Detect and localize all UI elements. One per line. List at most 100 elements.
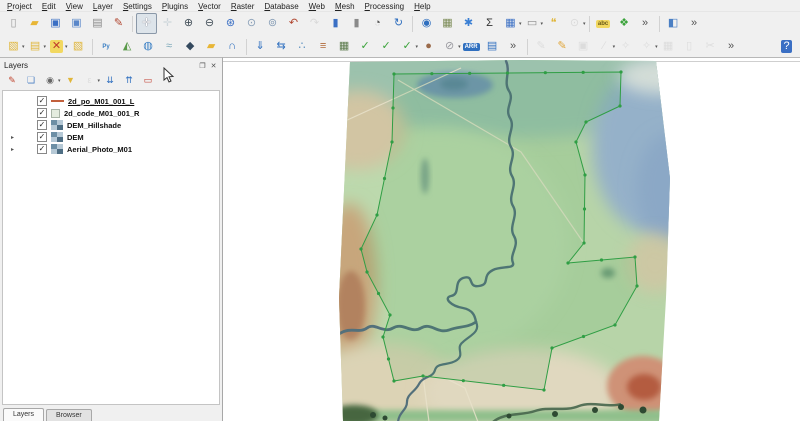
menu-item-processing[interactable]: Processing bbox=[360, 2, 410, 11]
layer-visibility-checkbox[interactable]: ✓ bbox=[37, 120, 47, 130]
manage-map-themes-icon[interactable]: ◉ bbox=[41, 72, 59, 89]
layer-visibility-checkbox[interactable]: ✓ bbox=[37, 108, 47, 118]
toolbar-overflow-4-icon[interactable]: » bbox=[721, 36, 742, 57]
menu-item-view[interactable]: View bbox=[61, 2, 88, 11]
zoom-to-layer-icon[interactable]: ⊚ bbox=[262, 13, 283, 34]
tuflow-grid-icon[interactable]: ▦ bbox=[334, 36, 355, 57]
menu-item-database[interactable]: Database bbox=[259, 2, 303, 11]
vertex-tool-all-layers-icon[interactable]: ✧ bbox=[615, 36, 636, 57]
zoom-next-icon[interactable]: ↷ bbox=[304, 13, 325, 34]
menu-item-web[interactable]: Web bbox=[304, 2, 330, 11]
open-project-icon[interactable]: ▰ bbox=[24, 13, 45, 34]
toolbar-overflow-1-icon[interactable]: » bbox=[635, 13, 656, 34]
remove-layer-icon[interactable]: ▭ bbox=[139, 72, 157, 89]
save-project-as-icon[interactable]: ▣ bbox=[66, 13, 87, 34]
plugin-arch-icon[interactable]: ∩ bbox=[222, 36, 243, 57]
python-console-icon[interactable]: Py bbox=[96, 36, 117, 57]
plugin-quickosm-icon[interactable]: ▰ bbox=[201, 36, 222, 57]
tuflow-run-styles-icon[interactable]: ≡ bbox=[313, 36, 334, 57]
deselect-features-icon[interactable]: ✕ bbox=[46, 36, 67, 57]
tuflow-tcf-icon[interactable]: ∴ bbox=[292, 36, 313, 57]
delete-selected-icon[interactable]: ▯ bbox=[679, 36, 700, 57]
style-manager-icon[interactable]: ✎ bbox=[108, 13, 129, 34]
layer-row-2d_code_M01_001_R[interactable]: ✓2d_code_M01_001_R bbox=[3, 107, 219, 119]
zoom-to-selection-icon[interactable]: ⊙ bbox=[241, 13, 262, 34]
help-icon[interactable]: ? bbox=[776, 36, 797, 57]
vertex-tool-current-layer-icon[interactable]: ✧ bbox=[636, 36, 657, 57]
processing-toolbox-icon[interactable]: ✱ bbox=[458, 13, 479, 34]
layer-row-DEM_Hillshade[interactable]: ✓DEM_Hillshade bbox=[3, 119, 219, 131]
map-canvas[interactable] bbox=[223, 57, 800, 421]
plugin-quickmap-icon[interactable]: ◍ bbox=[138, 36, 159, 57]
menu-item-help[interactable]: Help bbox=[409, 2, 435, 11]
map-theme-tool-icon[interactable]: ❖ bbox=[614, 13, 635, 34]
tab-layers[interactable]: Layers bbox=[3, 408, 44, 421]
tuflow-utility-icon[interactable]: ● bbox=[418, 36, 439, 57]
tab-browser[interactable]: Browser bbox=[46, 409, 92, 421]
layer-visibility-checkbox[interactable]: ✓ bbox=[37, 144, 47, 154]
open-attribute-table-icon[interactable]: ▦ bbox=[500, 13, 521, 34]
menu-item-settings[interactable]: Settings bbox=[118, 2, 157, 11]
menu-item-vector[interactable]: Vector bbox=[193, 2, 226, 11]
select-features-by-value-icon[interactable]: ▤ bbox=[25, 36, 46, 57]
plugin-profile-icon[interactable]: ◆ bbox=[180, 36, 201, 57]
field-calculator-icon[interactable]: ▦ bbox=[437, 13, 458, 34]
manage-map-themes-dropdown[interactable]: ▾ bbox=[58, 78, 61, 84]
tuflow-check-1d-icon[interactable]: ✓ bbox=[397, 36, 418, 57]
identify-features-icon[interactable]: ◉ bbox=[416, 13, 437, 34]
layer-expander[interactable]: ▸ bbox=[9, 146, 33, 153]
save-layer-edits-icon[interactable]: ▣ bbox=[573, 36, 594, 57]
layer-row-Aerial_Photo_M01[interactable]: ▸✓Aerial_Photo_M01 bbox=[3, 143, 219, 155]
menu-item-project[interactable]: Project bbox=[2, 2, 37, 11]
pan-map-icon[interactable]: ✛ bbox=[136, 13, 157, 34]
menu-item-layer[interactable]: Layer bbox=[88, 2, 118, 11]
menu-item-plugins[interactable]: Plugins bbox=[157, 2, 193, 11]
toggle-editing-icon[interactable]: ✎ bbox=[552, 36, 573, 57]
tuflow-insert-icon[interactable]: ⇆ bbox=[271, 36, 292, 57]
data-source-manager-icon[interactable]: ◧ bbox=[663, 13, 684, 34]
measure-line-icon[interactable]: ▭ bbox=[522, 13, 543, 34]
tuflow-check-dem-icon[interactable]: ✓ bbox=[355, 36, 376, 57]
zoom-in-icon[interactable]: ⊕ bbox=[178, 13, 199, 34]
open-layer-styling-icon[interactable]: ✎ bbox=[3, 72, 21, 89]
collapse-all-icon[interactable]: ⇈ bbox=[120, 72, 138, 89]
layer-expander[interactable]: ▸ bbox=[9, 134, 33, 141]
tuflow-download-icon[interactable]: ⇓ bbox=[250, 36, 271, 57]
refresh-map-icon[interactable]: ↻ bbox=[388, 13, 409, 34]
plugin-mesh-icon[interactable]: ≈ bbox=[159, 36, 180, 57]
menu-item-raster[interactable]: Raster bbox=[226, 2, 260, 11]
save-project-icon[interactable]: ▣ bbox=[45, 13, 66, 34]
toolbar-overflow-2-icon[interactable]: » bbox=[684, 13, 705, 34]
filter-legend-icon[interactable]: ▼ bbox=[62, 72, 80, 89]
current-edits-icon[interactable]: ✎ bbox=[531, 36, 552, 57]
zoom-full-icon[interactable]: ⊛ bbox=[220, 13, 241, 34]
menu-item-mesh[interactable]: Mesh bbox=[330, 2, 360, 11]
pan-to-selection-icon[interactable]: ✛ bbox=[157, 13, 178, 34]
tuflow-layers-icon[interactable]: ▤ bbox=[482, 36, 503, 57]
expand-all-icon[interactable]: ⇊ bbox=[101, 72, 119, 89]
layer-visibility-checkbox[interactable]: ✓ bbox=[37, 96, 47, 106]
layout-manager-icon[interactable]: ▤ bbox=[87, 13, 108, 34]
cut-features-icon[interactable]: ✂ bbox=[700, 36, 721, 57]
plugin-terrain-icon[interactable]: ◭ bbox=[117, 36, 138, 57]
show-spatial-bookmarks-icon[interactable]: ▮ bbox=[346, 13, 367, 34]
new-project-icon[interactable]: ▯ bbox=[3, 13, 24, 34]
new-spatial-bookmark-icon[interactable]: ▮ bbox=[325, 13, 346, 34]
zoom-last-icon[interactable]: ↶ bbox=[283, 13, 304, 34]
layer-row-2d_po_M01_001_L[interactable]: ✓2d_po_M01_001_L bbox=[3, 95, 219, 107]
add-group-icon[interactable]: ❏ bbox=[22, 72, 40, 89]
select-features-icon[interactable]: ▧ bbox=[3, 36, 24, 57]
locator-search-icon[interactable]: ⊙ bbox=[564, 13, 585, 34]
dock-panel-button[interactable]: ❐ bbox=[197, 61, 208, 71]
close-panel-button[interactable]: ✕ bbox=[208, 61, 219, 71]
arr-tool-icon[interactable]: ARR bbox=[461, 36, 482, 57]
layer-visibility-checkbox[interactable]: ✓ bbox=[37, 132, 47, 142]
temporal-controller-icon[interactable]: ◔ bbox=[367, 13, 388, 34]
modify-attributes-icon[interactable]: ▦ bbox=[658, 36, 679, 57]
add-line-feature-icon[interactable]: ∕ bbox=[594, 36, 615, 57]
tuflow-attach-icon[interactable]: ⊘ bbox=[439, 36, 460, 57]
select-by-location-icon[interactable]: ▧ bbox=[68, 36, 89, 57]
menu-item-edit[interactable]: Edit bbox=[37, 2, 61, 11]
statistical-summary-icon[interactable]: Σ bbox=[479, 13, 500, 34]
tuflow-check-qa-icon[interactable]: ✓ bbox=[376, 36, 397, 57]
